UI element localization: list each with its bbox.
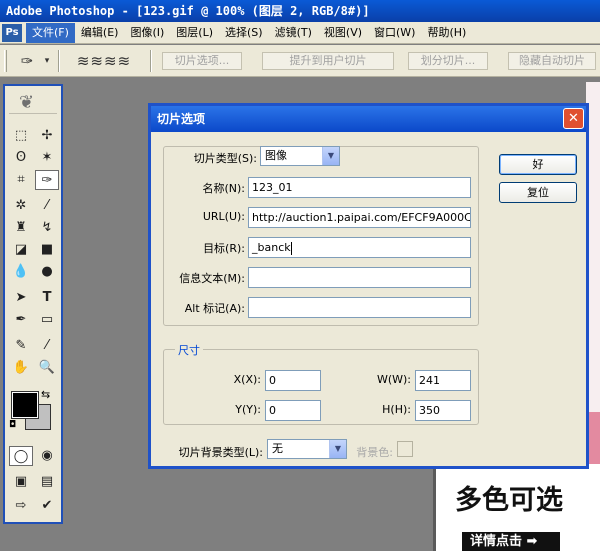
options-bar: ✑ ▾ ≋≋≋≋ 切片选项... 提升到用户切片 划分切片... 隐藏自动切片 <box>0 45 600 77</box>
eyedropper-tool-icon[interactable]: ⁄ <box>35 336 59 356</box>
crop-tool-icon[interactable]: ⌗ <box>9 170 33 190</box>
slice-type-value: 图像 <box>265 149 287 162</box>
canvas-details-button: 详情点击 ➡ <box>462 532 560 551</box>
ok-button[interactable]: 好 <box>499 154 577 175</box>
zoom-tool-icon[interactable]: 🔍 <box>35 358 59 378</box>
feather-icon: ❦ <box>19 92 35 113</box>
name-label: 名称(N): <box>202 182 245 195</box>
bg-color-swatch[interactable] <box>397 441 413 457</box>
y-label: Y(Y): <box>235 403 261 416</box>
width-label: W(W): <box>376 373 411 386</box>
close-icon[interactable]: ✕ <box>563 108 584 129</box>
menu-window[interactable]: 窗口(W) <box>368 23 421 43</box>
divide-slice-button[interactable]: 划分切片... <box>408 52 488 70</box>
photoshop-logo-icon[interactable]: Ps <box>2 23 22 42</box>
width-field[interactable]: 241 <box>415 370 471 391</box>
move-tool-icon[interactable]: ✢ <box>35 126 59 146</box>
menu-filter[interactable]: 滤镜(T) <box>269 23 318 43</box>
history-brush-tool-icon[interactable]: ↯ <box>35 218 59 238</box>
window-title: Adobe Photoshop - [123.gif @ 100% (图层 2,… <box>0 0 600 22</box>
slice-options-button[interactable]: 切片选项... <box>162 52 242 70</box>
eraser-tool-icon[interactable]: ◪ <box>9 240 33 260</box>
standard-mode-icon[interactable]: ◯ <box>9 446 33 466</box>
slice-type-label: 切片类型(S): <box>193 152 257 165</box>
lasso-tool-icon[interactable]: ʘ <box>9 148 33 168</box>
slice-tool-icon[interactable]: ✑ <box>35 170 59 190</box>
blur-tool-icon[interactable]: 💧 <box>9 262 33 282</box>
y-field[interactable]: 0 <box>265 400 321 421</box>
pen-tool-icon[interactable]: ✒ <box>9 310 33 330</box>
target-field[interactable]: _banck <box>248 237 471 258</box>
rectangle-tool-icon[interactable]: ▭ <box>35 310 59 330</box>
swap-colors-icon[interactable]: ⇆ <box>41 388 50 401</box>
default-colors-icon[interactable]: ◘ <box>9 420 16 430</box>
url-label: URL(U): <box>202 210 245 223</box>
dodge-tool-icon[interactable]: ● <box>35 262 59 282</box>
alt-tag-label: Alt 标记(A): <box>184 302 245 315</box>
bg-color-label: 背景色: <box>356 446 393 459</box>
target-label: 目标(R): <box>203 242 245 255</box>
gradient-tool-icon[interactable]: ■ <box>35 240 59 260</box>
toolbox: ❦ ⬚ ✢ ʘ ✶ ⌗ ✑ ✲ ⁄ ♜ ↯ ◪ ■ 💧 ● ➤ T ✒ ▭ ✎ … <box>3 84 63 524</box>
canvas-headline: 多色可选 <box>455 485 563 516</box>
dimensions-legend: 尺寸 <box>175 342 203 358</box>
menu-help[interactable]: 帮助(H) <box>421 23 472 43</box>
text-caret <box>290 241 292 255</box>
chevron-down-icon: ▼ <box>329 440 346 458</box>
message-text-field[interactable] <box>248 267 471 288</box>
screen-mode-full-icon[interactable]: ▤ <box>35 472 59 492</box>
url-field[interactable]: http://auction1.paipai.com/EFCF9A000C <box>248 207 471 228</box>
dialog-title: 切片选项 <box>151 106 586 132</box>
quick-mask-mode-icon[interactable]: ◉ <box>35 446 59 466</box>
bg-type-value: 无 <box>272 442 283 455</box>
reset-button[interactable]: 复位 <box>499 182 577 203</box>
hand-tool-icon[interactable]: ✋ <box>9 358 33 378</box>
tool-preset-dropdown-icon[interactable]: ▾ <box>42 51 52 71</box>
menu-image[interactable]: 图像(I) <box>124 23 170 43</box>
x-field[interactable]: 0 <box>265 370 321 391</box>
x-label: X(X): <box>233 373 261 386</box>
screen-mode-standard-icon[interactable]: ▣ <box>9 472 33 492</box>
slice-type-select[interactable]: 图像 ▼ <box>260 146 340 166</box>
slice-options-dialog: 切片选项 ✕ 切片类型(S): 图像 ▼ 名称(N): 123_01 URL(U… <box>148 103 589 469</box>
toolbox-header: ❦ <box>9 90 57 114</box>
toolbar-grip[interactable] <box>4 50 7 72</box>
jump-to-imageready-icon[interactable]: ⇨ <box>9 496 33 516</box>
hide-auto-slices-button[interactable]: 隐藏自动切片 <box>508 52 596 70</box>
name-field[interactable]: 123_01 <box>248 177 471 198</box>
alt-tag-field[interactable] <box>248 297 471 318</box>
bg-type-select[interactable]: 无 ▼ <box>267 439 347 459</box>
promote-to-user-slice-button[interactable]: 提升到用户切片 <box>262 52 394 70</box>
height-field[interactable]: 350 <box>415 400 471 421</box>
menu-file[interactable]: 文件(F) <box>26 22 75 43</box>
menu-bar: Ps 文件(F) 编辑(E) 图像(I) 图层(L) 选择(S) 滤镜(T) 视… <box>0 22 600 44</box>
foreground-color-swatch[interactable] <box>11 391 39 419</box>
bg-type-label: 切片背景类型(L): <box>178 446 263 459</box>
notes-tool-icon[interactable]: ✎ <box>9 336 33 356</box>
menu-select[interactable]: 选择(S) <box>219 23 269 43</box>
message-text-label: 信息文本(M): <box>179 272 245 285</box>
imageready-check-icon[interactable]: ✔ <box>35 496 59 516</box>
menu-edit[interactable]: 编辑(E) <box>75 23 125 43</box>
marquee-tool-icon[interactable]: ⬚ <box>9 126 33 146</box>
healing-brush-tool-icon[interactable]: ✲ <box>9 196 33 216</box>
slice-stack-order-icons[interactable]: ≋≋≋≋ <box>66 51 142 71</box>
height-label: H(H): <box>382 403 411 416</box>
magic-wand-tool-icon[interactable]: ✶ <box>35 148 59 168</box>
menu-layer[interactable]: 图层(L) <box>170 23 219 43</box>
target-value: _banck <box>252 241 291 254</box>
brush-tool-icon[interactable]: ⁄ <box>35 196 59 216</box>
menu-view[interactable]: 视图(V) <box>318 23 368 43</box>
path-selection-tool-icon[interactable]: ➤ <box>9 288 33 308</box>
clone-stamp-tool-icon[interactable]: ♜ <box>9 218 33 238</box>
slice-select-tool-icon[interactable]: ✑ <box>14 51 40 71</box>
chevron-down-icon: ▼ <box>322 147 339 165</box>
document-canvas[interactable]: 多色可选 详情点击 ➡ <box>433 464 600 551</box>
type-tool-icon[interactable]: T <box>35 288 59 308</box>
